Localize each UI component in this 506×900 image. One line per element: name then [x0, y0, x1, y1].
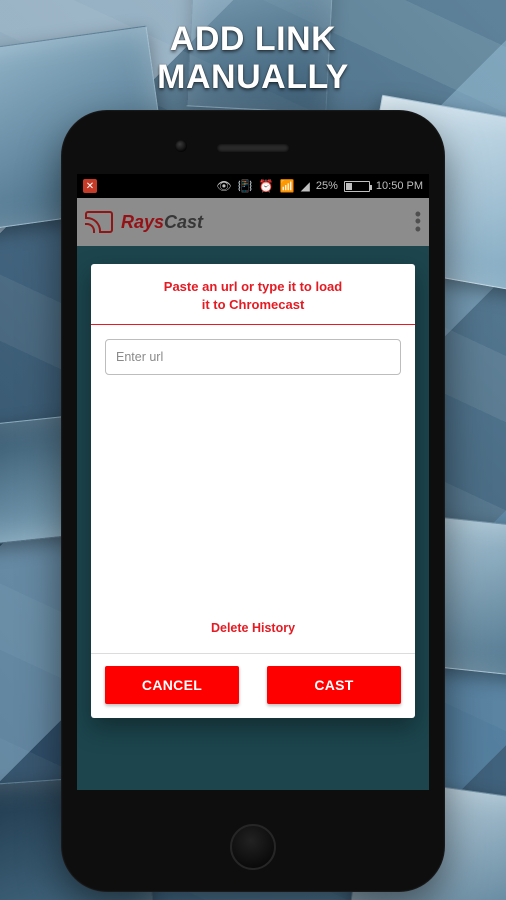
clock-label: 10:50 PM [376, 180, 423, 192]
url-input[interactable] [105, 339, 401, 375]
dialog-body: Delete History [91, 325, 415, 653]
promo-title-line2: MANUALLY [0, 58, 506, 96]
signal-icon: ◢ [301, 180, 310, 192]
wifi-icon: 📶 [280, 180, 295, 192]
alarm-icon: ⏰ [259, 180, 274, 192]
phone-speaker [217, 144, 289, 152]
delete-history-button[interactable]: Delete History [105, 611, 401, 647]
dialog-header: Paste an url or type it to load it to Ch… [91, 264, 415, 324]
eye-icon: 👁 [217, 180, 232, 192]
vibrate-icon: 📳 [238, 180, 253, 192]
phone-home-button[interactable] [230, 824, 276, 870]
battery-percent-label: 25% [316, 180, 338, 192]
promo-title: ADD LINK MANUALLY [0, 0, 506, 96]
no-sim-icon [83, 179, 97, 193]
phone-frame: 👁 📳 ⏰ 📶 ◢ 25% 10:50 PM RaysCast ••• Past… [61, 110, 445, 892]
promo-title-line1: ADD LINK [0, 20, 506, 58]
dialog-actions: CANCEL CAST [91, 654, 415, 718]
cast-button[interactable]: CAST [267, 666, 401, 704]
phone-camera-dot [175, 140, 187, 152]
battery-icon [344, 181, 370, 192]
phone-screen: 👁 📳 ⏰ 📶 ◢ 25% 10:50 PM RaysCast ••• Past… [77, 174, 429, 790]
cancel-button[interactable]: CANCEL [105, 666, 239, 704]
dialog-header-line2: it to Chromecast [113, 296, 393, 314]
android-status-bar: 👁 📳 ⏰ 📶 ◢ 25% 10:50 PM [77, 174, 429, 198]
history-list-empty [105, 375, 401, 611]
dialog-header-line1: Paste an url or type it to load [113, 278, 393, 296]
add-link-dialog: Paste an url or type it to load it to Ch… [91, 264, 415, 718]
